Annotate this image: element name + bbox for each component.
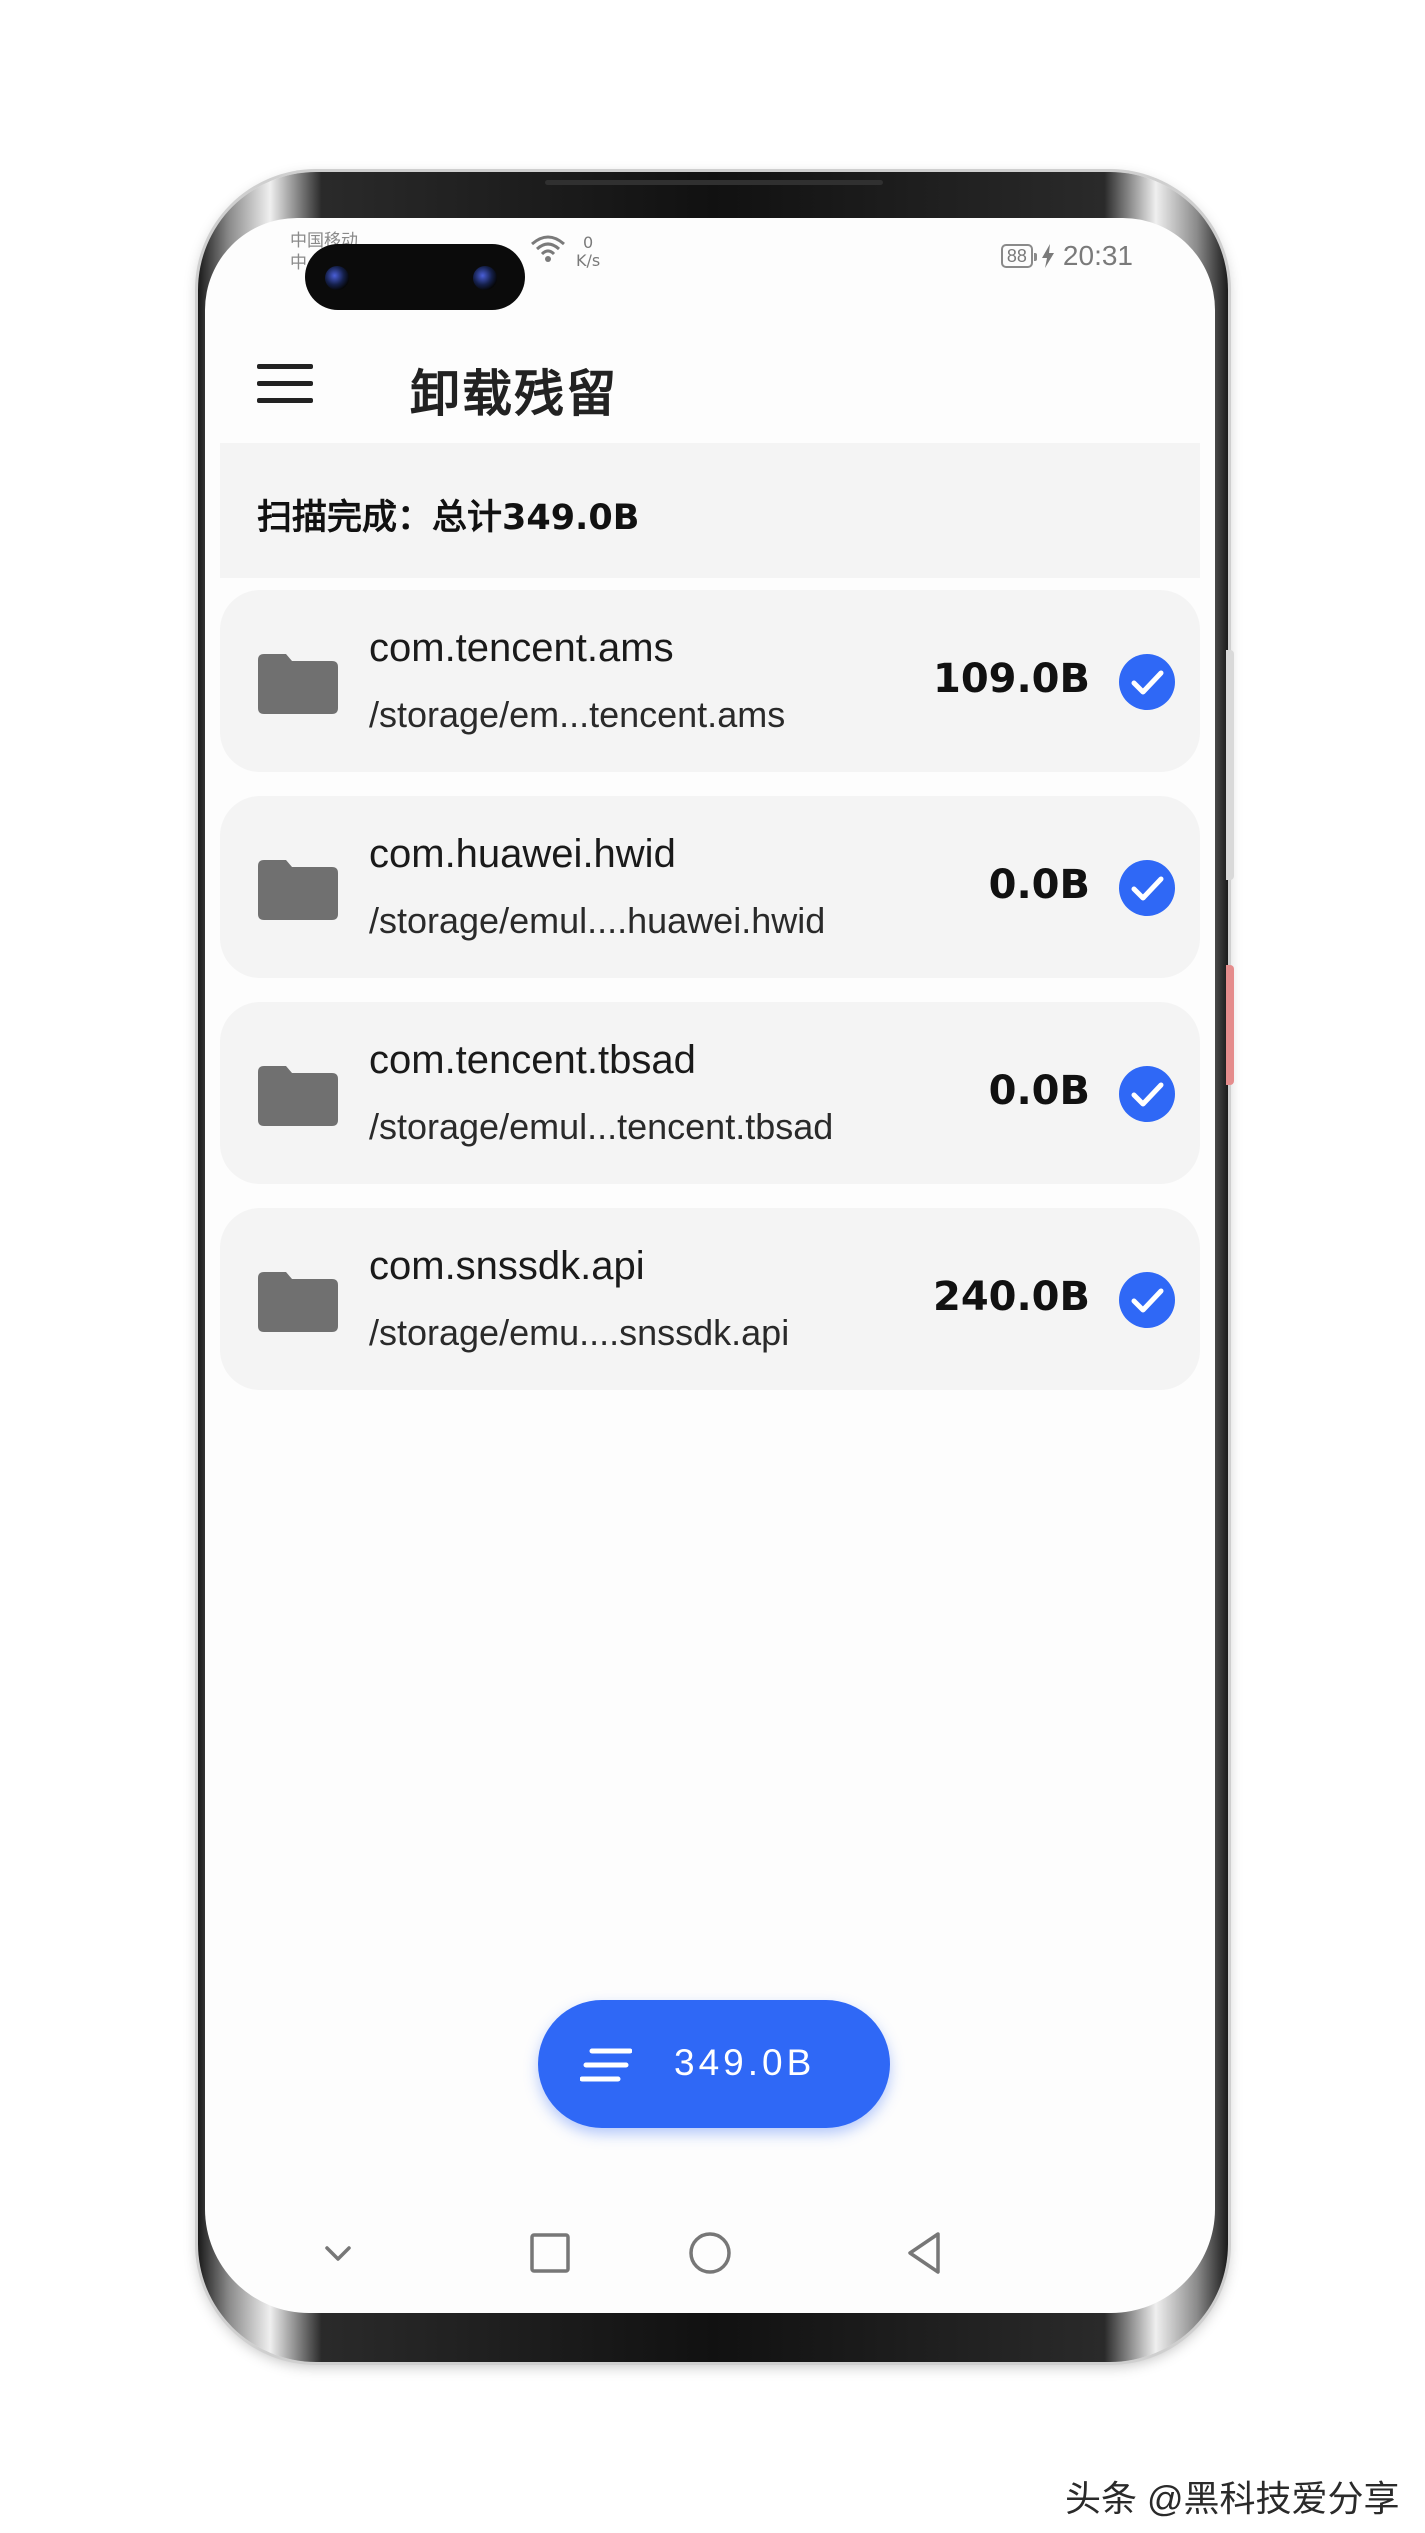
system-nav-bar bbox=[205, 2208, 1215, 2308]
chevron-down-icon[interactable] bbox=[313, 2228, 363, 2278]
network-speed: 0 K/s bbox=[576, 234, 600, 270]
list-item[interactable]: com.tencent.ams /storage/em...tencent.am… bbox=[220, 590, 1200, 772]
item-path: /storage/emu....snssdk.api bbox=[369, 1312, 790, 1353]
checkmark-circle-icon[interactable] bbox=[1119, 1272, 1175, 1328]
list-item[interactable]: com.huawei.hwid /storage/emul....huawei.… bbox=[220, 796, 1200, 978]
network-status: 0 K/s bbox=[530, 234, 600, 270]
clean-button-label: 349.0B bbox=[674, 2042, 816, 2083]
charging-bolt-icon bbox=[1041, 244, 1054, 268]
battery-level: 88 bbox=[1006, 246, 1027, 266]
checkmark-circle-icon[interactable] bbox=[1119, 1066, 1175, 1122]
app-bar: 卸载残留 bbox=[205, 318, 1215, 438]
item-package-name: com.tencent.tbsad bbox=[369, 1038, 696, 1082]
front-camera-lens bbox=[325, 266, 349, 290]
list-item[interactable]: com.tencent.tbsad /storage/emul...tencen… bbox=[220, 1002, 1200, 1184]
folder-icon bbox=[258, 654, 338, 714]
battery-icon: 88 bbox=[1000, 244, 1037, 268]
item-package-name: com.huawei.hwid bbox=[369, 832, 676, 876]
power-button bbox=[1226, 965, 1234, 1085]
clean-lines-icon bbox=[580, 2048, 632, 2082]
scan-summary: 扫描完成：总计349.0B bbox=[220, 443, 1200, 578]
speed-unit: K/s bbox=[576, 251, 601, 270]
scan-summary-text: 扫描完成：总计349.0B bbox=[257, 498, 640, 538]
camera-cutout bbox=[305, 244, 525, 310]
item-size: 109.0B bbox=[932, 656, 1090, 702]
item-size: 0.0B bbox=[988, 862, 1090, 908]
speed-value: 0 bbox=[583, 233, 594, 252]
status-right: 88 20:31 bbox=[1000, 240, 1133, 272]
item-path: /storage/emul...tencent.tbsad bbox=[369, 1106, 834, 1147]
item-path: /storage/emul....huawei.hwid bbox=[369, 900, 826, 941]
clock: 20:31 bbox=[1062, 240, 1133, 271]
page-title: 卸载残留 bbox=[410, 365, 618, 423]
folder-icon bbox=[258, 860, 338, 920]
folder-icon bbox=[258, 1066, 338, 1126]
wifi-icon bbox=[531, 235, 565, 262]
circle-home-icon[interactable] bbox=[685, 2228, 735, 2278]
folder-icon bbox=[258, 1272, 338, 1332]
menu-icon[interactable] bbox=[257, 364, 313, 404]
checkmark-circle-icon[interactable] bbox=[1119, 654, 1175, 710]
watermark: 头条 @黑科技爱分享 bbox=[1065, 2478, 1400, 2519]
item-size: 0.0B bbox=[988, 1068, 1090, 1114]
item-size: 240.0B bbox=[932, 1274, 1090, 1320]
volume-button bbox=[1226, 650, 1234, 880]
clean-button[interactable]: 349.0B bbox=[538, 2000, 890, 2128]
earpiece-speaker bbox=[545, 180, 883, 185]
front-camera-lens bbox=[473, 266, 497, 290]
item-package-name: com.snssdk.api bbox=[369, 1244, 645, 1288]
phone-screen: 中国移动 中 0 K/s 88 20:31 卸载残留 扫描完成：总计349.0B… bbox=[205, 218, 1215, 2313]
item-package-name: com.tencent.ams bbox=[369, 626, 674, 670]
item-path: /storage/em...tencent.ams bbox=[369, 694, 786, 735]
checkmark-circle-icon[interactable] bbox=[1119, 860, 1175, 916]
square-recents-icon[interactable] bbox=[525, 2228, 575, 2278]
triangle-back-icon[interactable] bbox=[900, 2228, 950, 2278]
list-item[interactable]: com.snssdk.api /storage/emu....snssdk.ap… bbox=[220, 1208, 1200, 1390]
